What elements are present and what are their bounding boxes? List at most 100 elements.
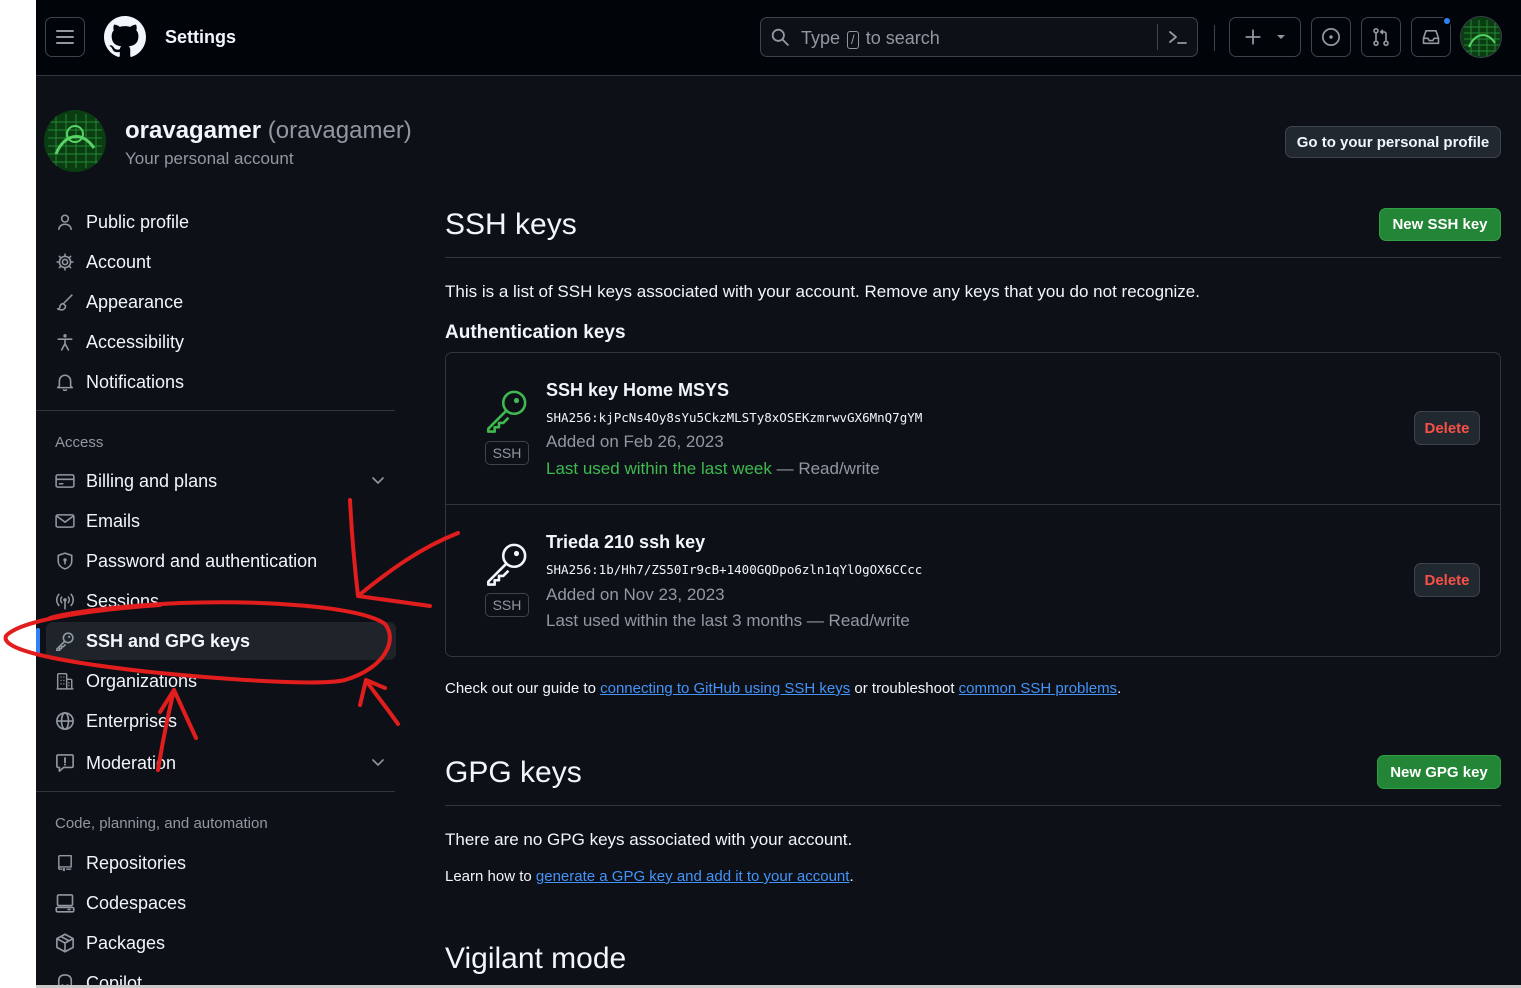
sidebar-item-appearance[interactable]: Appearance [46,283,396,321]
new-ssh-key-button[interactable]: New SSH key [1379,208,1501,241]
sidebar-item-organizations[interactable]: Organizations [46,662,396,700]
profile-name: oravagamer (oravagamer) [125,117,412,144]
sidebar-item-emails[interactable]: Emails [46,502,396,540]
sidebar-item-label: Emails [86,510,141,531]
ssh-keys-list: SSH SSH key Home MSYS SHA256:kjPcNs4Oy8s… [445,352,1501,657]
hamburger-menu-button[interactable] [45,17,85,57]
sidebar-item-billing[interactable]: Billing and plans [46,462,396,500]
sidebar-item-label: Appearance [86,291,184,312]
create-new-button[interactable] [1229,17,1301,57]
key-icon [55,631,75,651]
sidebar-item-accessibility[interactable]: Accessibility [46,323,396,361]
ssh-key-added: Added on Nov 23, 2023 [546,585,725,604]
globe-icon [55,711,75,731]
sidebar-item-codespaces[interactable]: Codespaces [46,884,396,922]
sidebar-item-label: Notifications [86,371,185,392]
ssh-badge: SSH [485,441,529,465]
ssh-key-last-used: Last used within the last 3 months — Rea… [546,611,910,630]
github-logo-icon[interactable] [104,16,146,58]
issues-button[interactable] [1311,17,1351,57]
sidebar-item-public-profile[interactable]: Public profile [46,203,396,241]
sidebar-item-label: Moderation [86,752,177,773]
sidebar-item-sessions[interactable]: Sessions [46,582,396,620]
ssh-key-fingerprint: SHA256:kjPcNs4Oy8sYu5CkzMLSTy8xOSEKzmrwv… [546,410,923,425]
inbox-icon [1422,29,1440,45]
organization-icon [55,671,75,691]
hamburger-icon [56,30,74,44]
search-input[interactable]: Type / to search [760,17,1198,57]
row-divider [446,504,1500,505]
sidebar-item-repositories[interactable]: Repositories [46,844,396,882]
sidebar-item-label: Codespaces [86,892,187,913]
sidebar-item-ssh-gpg-keys[interactable]: SSH and GPG keys [36,622,396,660]
sidebar-item-label: Billing and plans [86,470,218,491]
issue-icon [1322,28,1340,46]
ssh-key-fingerprint: SHA256:1b/Hh7/ZS50Ir9cB+1400GQDpo6zln1qY… [546,562,923,577]
report-icon [55,753,75,773]
credit-card-icon [55,471,75,491]
sidebar-item-enterprises[interactable]: Enterprises [46,702,396,740]
pull-request-icon [1373,27,1389,47]
sidebar-item-label: Repositories [86,852,187,873]
new-gpg-key-button[interactable]: New GPG key [1377,755,1501,789]
user-avatar-button[interactable] [1460,16,1502,58]
sidebar-item-packages[interactable]: Packages [46,924,396,962]
sidebar-item-label: Enterprises [86,710,178,731]
sidebar-item-label: SSH and GPG keys [86,630,251,651]
ssh-key-last-used: Last used within the last week — Read/wr… [546,459,880,478]
plus-icon [1245,29,1261,45]
go-to-profile-button[interactable]: Go to your personal profile [1285,126,1501,158]
command-palette-button[interactable] [1157,24,1197,50]
ssh-problems-link[interactable]: common SSH problems [959,680,1117,697]
person-icon [55,212,75,232]
search-icon [771,28,789,46]
gear-icon [55,252,75,272]
gpg-learn-text: Learn how to generate a GPG key and add … [445,868,854,885]
delete-ssh-key-button[interactable]: Delete [1414,563,1480,597]
ssh-description: This is a list of SSH keys associated wi… [445,282,1200,301]
command-palette-icon [1168,31,1187,44]
package-icon [55,933,75,953]
broadcast-icon [55,591,75,611]
ssh-badge: SSH [485,593,529,617]
ssh-key-title: SSH key Home MSYS [546,380,730,400]
ssh-keys-heading: SSH keys [445,208,577,241]
settings-app: Settings Type / to search oravagamer (or… [36,0,1521,988]
sidebar-divider [36,791,395,792]
gpg-keys-heading: GPG keys [445,756,582,789]
section-divider [445,257,1501,258]
mail-icon [55,511,75,531]
sidebar-item-label: Sessions [86,590,160,611]
chevron-down-icon[interactable] [370,472,386,488]
repo-icon [55,853,75,873]
page-title: Settings [165,27,237,47]
header-divider [1214,25,1215,51]
notification-dot [1442,16,1452,26]
authentication-keys-heading: Authentication keys [445,322,626,343]
ssh-key-title: Trieda 210 ssh key [546,532,706,552]
accessibility-icon [55,332,75,352]
sidebar-item-label: Public profile [86,211,190,232]
delete-ssh-key-button[interactable]: Delete [1414,411,1480,445]
sidebar-item-label: Organizations [86,670,198,691]
profile-avatar [44,110,106,172]
profile-subtitle: Your personal account [125,149,294,168]
sidebar-item-moderation[interactable]: Moderation [46,744,396,782]
section-divider [445,805,1501,806]
global-header: Settings Type / to search [36,0,1521,76]
gpg-empty-text: There are no GPG keys associated with yo… [445,830,853,849]
sidebar-item-account[interactable]: Account [46,243,396,281]
sidebar-item-label: Accessibility [86,331,185,352]
sidebar-item-password[interactable]: Password and authentication [46,542,396,580]
sidebar-item-notifications[interactable]: Notifications [46,363,396,401]
sidebar-item-label: Account [86,251,152,272]
gpg-learn-link[interactable]: generate a GPG key and add it to your ac… [536,868,850,885]
bell-icon [55,372,75,392]
chevron-down-icon[interactable] [370,754,386,770]
pull-requests-button[interactable] [1361,17,1401,57]
triangle-down-icon [1277,35,1285,39]
search-placeholder: Type / to search [801,28,940,49]
sidebar-item-label: Password and authentication [86,550,318,571]
ssh-guide-link[interactable]: connecting to GitHub using SSH keys [600,680,850,697]
key-icon [487,543,527,586]
